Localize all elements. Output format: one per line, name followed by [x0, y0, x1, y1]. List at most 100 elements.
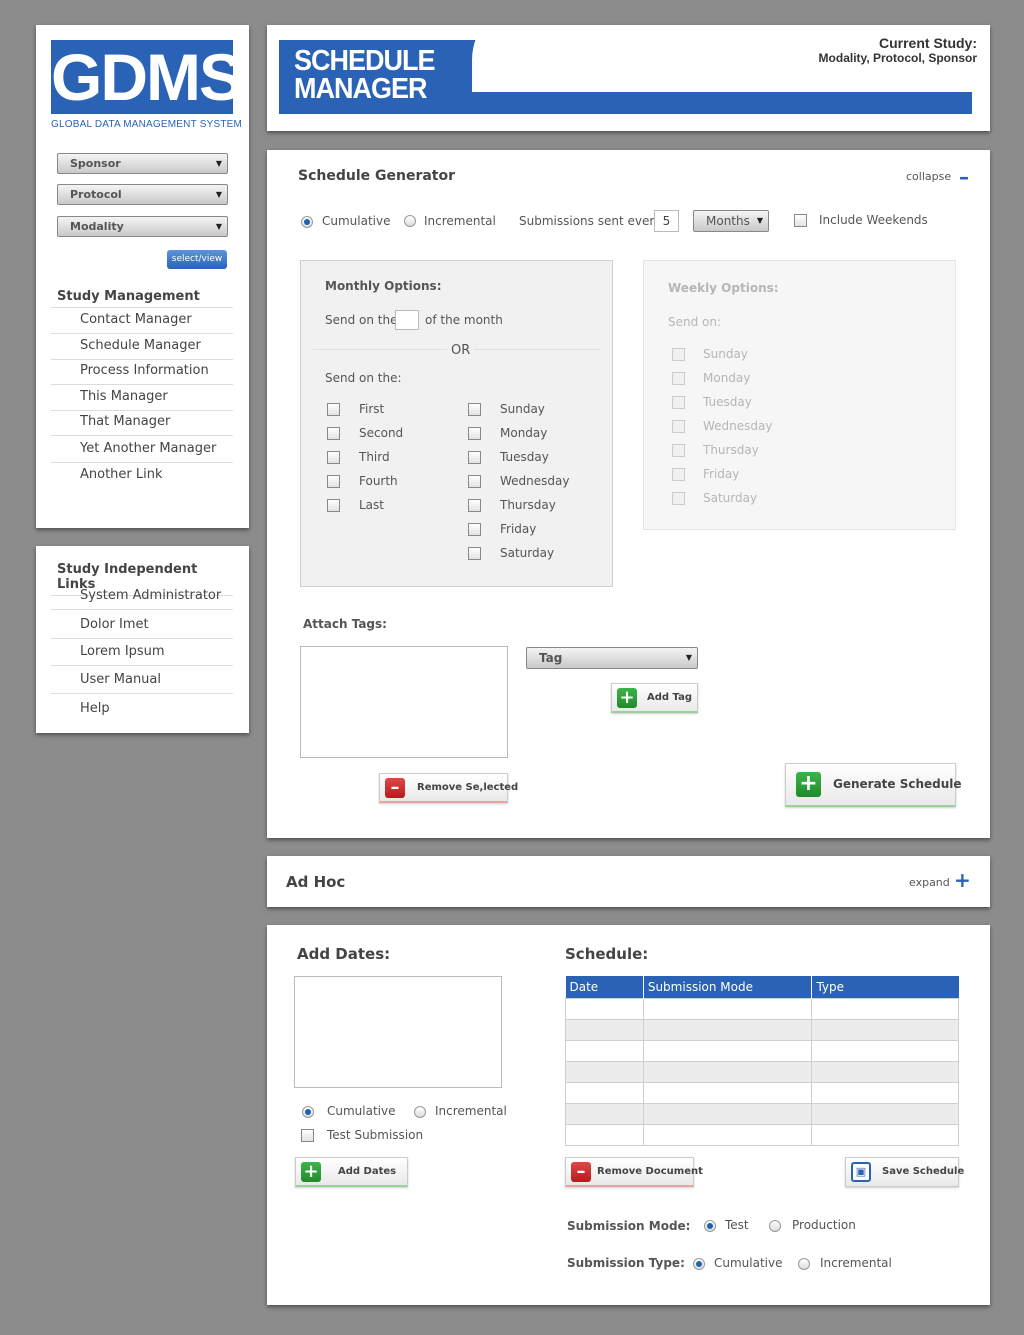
- table-row[interactable]: [565, 997, 959, 1020]
- second-checkbox[interactable]: [327, 427, 340, 440]
- attach-tags-label: Attach Tags:: [303, 617, 387, 631]
- nav-system-administrator[interactable]: System Administrator: [51, 585, 233, 610]
- table-row[interactable]: [565, 1060, 959, 1083]
- mode-test-radio[interactable]: [704, 1220, 716, 1232]
- add-dates-button[interactable]: + Add Dates: [295, 1157, 408, 1187]
- add-dates-title: Add Dates:: [297, 945, 391, 963]
- remove-selected-button[interactable]: – Remove Se,lected: [379, 773, 518, 803]
- schedule-table-header: Date Submission Mode Type: [565, 976, 959, 998]
- weekly-thursday-label: Thursday: [703, 443, 759, 457]
- dates-incremental-radio[interactable]: [414, 1106, 426, 1118]
- monthly-tuesday-checkbox[interactable]: [468, 451, 481, 464]
- interval-unit-select[interactable]: Months ▼: [693, 210, 769, 232]
- nav-contact-manager[interactable]: Contact Manager: [51, 309, 233, 334]
- nav-lorem-ipsum[interactable]: Lorem Ipsum: [51, 641, 233, 666]
- tag-select[interactable]: Tag ▼: [526, 647, 698, 669]
- weekly-monday-label: Monday: [703, 371, 751, 385]
- monthly-wednesday-checkbox[interactable]: [468, 475, 481, 488]
- send-on-the-label: Send on the: [325, 313, 398, 327]
- expand-icon[interactable]: +: [954, 868, 971, 892]
- submission-mode-label: Submission Mode:: [567, 1219, 691, 1233]
- weekly-saturday-checkbox[interactable]: [672, 492, 685, 505]
- generate-schedule-button[interactable]: + Generate Schedule: [785, 763, 962, 807]
- test-submission-label: Test Submission: [327, 1128, 424, 1142]
- table-row[interactable]: [565, 1018, 959, 1041]
- weekly-monday-checkbox[interactable]: [672, 372, 685, 385]
- last-checkbox[interactable]: [327, 499, 340, 512]
- weekly-tuesday-label: Tuesday: [703, 395, 752, 409]
- dates-listbox[interactable]: [294, 976, 502, 1088]
- include-weekends-label: Include Weekends: [819, 213, 928, 227]
- monthly-sunday-label: Sunday: [500, 402, 545, 416]
- weekly-wednesday-checkbox[interactable]: [672, 420, 685, 433]
- column-type[interactable]: Type: [811, 976, 959, 998]
- test-submission-checkbox[interactable]: [301, 1129, 314, 1142]
- nav-process-information[interactable]: Process Information: [51, 360, 233, 385]
- mode-production-radio[interactable]: [769, 1220, 781, 1232]
- protocol-select[interactable]: Protocol ▼: [57, 184, 228, 205]
- type-cumulative-radio[interactable]: [693, 1258, 705, 1270]
- table-row[interactable]: [565, 1081, 959, 1104]
- caret-down-icon: ▼: [215, 159, 222, 168]
- monthly-monday-checkbox[interactable]: [468, 427, 481, 440]
- save-schedule-button[interactable]: ▣ Save Schedule: [845, 1157, 964, 1187]
- third-checkbox[interactable]: [327, 451, 340, 464]
- gdms-logo: GDMS: [51, 40, 243, 114]
- tag-select-label: Tag: [539, 651, 563, 665]
- protocol-select-label: Protocol: [70, 188, 122, 201]
- nav-user-manual[interactable]: User Manual: [51, 669, 233, 694]
- nav-dolor-imet[interactable]: Dolor Imet: [51, 614, 233, 639]
- first-checkbox[interactable]: [327, 403, 340, 416]
- monthly-sunday-checkbox[interactable]: [468, 403, 481, 416]
- weekly-friday-label: Friday: [703, 467, 740, 481]
- nav-yet-another-manager[interactable]: Yet Another Manager: [51, 438, 233, 463]
- nav-that-manager[interactable]: That Manager: [51, 411, 233, 436]
- sidebar-nav-panel: GDMS GLOBAL DATA MANAGEMENT SYSTEM Spons…: [36, 25, 249, 528]
- table-row[interactable]: [565, 1123, 959, 1146]
- monthly-wednesday-label: Wednesday: [500, 474, 570, 488]
- caret-down-icon: ▼: [215, 190, 222, 199]
- tags-listbox[interactable]: [300, 646, 508, 758]
- select-view-button[interactable]: select/view: [167, 250, 227, 269]
- sponsor-select[interactable]: Sponsor ▼: [57, 153, 228, 174]
- remove-document-button[interactable]: – Remove Document: [565, 1157, 703, 1187]
- nav-schedule-manager[interactable]: Schedule Manager: [51, 335, 233, 360]
- table-row[interactable]: [565, 1039, 959, 1062]
- interval-unit-label: Months: [706, 214, 750, 228]
- submission-type-label: Submission Type:: [567, 1256, 685, 1270]
- interval-input[interactable]: 5: [654, 210, 679, 232]
- weekly-thursday-checkbox[interactable]: [672, 444, 685, 457]
- nav-help[interactable]: Help: [51, 698, 233, 723]
- weekly-friday-checkbox[interactable]: [672, 468, 685, 481]
- independent-links-panel: Study Independent Links System Administr…: [36, 546, 249, 733]
- column-submission-mode[interactable]: Submission Mode: [643, 976, 813, 998]
- weekly-options-box: Weekly Options: Send on: Sunday Monday T…: [643, 260, 956, 530]
- modality-select[interactable]: Modality ▼: [57, 216, 228, 237]
- dates-cumulative-radio[interactable]: [302, 1106, 314, 1118]
- dates-schedule-panel: Add Dates: Cumulative Incremental Test S…: [267, 925, 990, 1305]
- monthly-friday-checkbox[interactable]: [468, 523, 481, 536]
- collapse-icon[interactable]: –: [959, 165, 969, 189]
- incremental-radio[interactable]: [404, 215, 416, 227]
- second-label: Second: [359, 426, 404, 440]
- nav-this-manager[interactable]: This Manager: [51, 386, 233, 411]
- cumulative-radio[interactable]: [301, 216, 313, 228]
- weekly-saturday-label: Saturday: [703, 491, 758, 505]
- nav-another-link[interactable]: Another Link: [51, 464, 233, 489]
- fourth-checkbox[interactable]: [327, 475, 340, 488]
- weekly-sunday-checkbox[interactable]: [672, 348, 685, 361]
- weekly-tuesday-checkbox[interactable]: [672, 396, 685, 409]
- include-weekends-checkbox[interactable]: [794, 214, 807, 227]
- current-study: Current Study: Modality, Protocol, Spons…: [818, 35, 977, 65]
- monthly-saturday-checkbox[interactable]: [468, 547, 481, 560]
- third-label: Third: [359, 450, 390, 464]
- collapse-link[interactable]: collapse: [906, 170, 951, 183]
- table-row[interactable]: [565, 1102, 959, 1125]
- add-tag-button[interactable]: + Add Tag: [611, 683, 698, 713]
- column-date[interactable]: Date: [565, 976, 644, 998]
- monthly-thursday-label: Thursday: [500, 498, 556, 512]
- monthly-thursday-checkbox[interactable]: [468, 499, 481, 512]
- type-incremental-radio[interactable]: [798, 1258, 810, 1270]
- day-of-month-input[interactable]: [395, 310, 419, 330]
- expand-link[interactable]: expand: [909, 876, 950, 889]
